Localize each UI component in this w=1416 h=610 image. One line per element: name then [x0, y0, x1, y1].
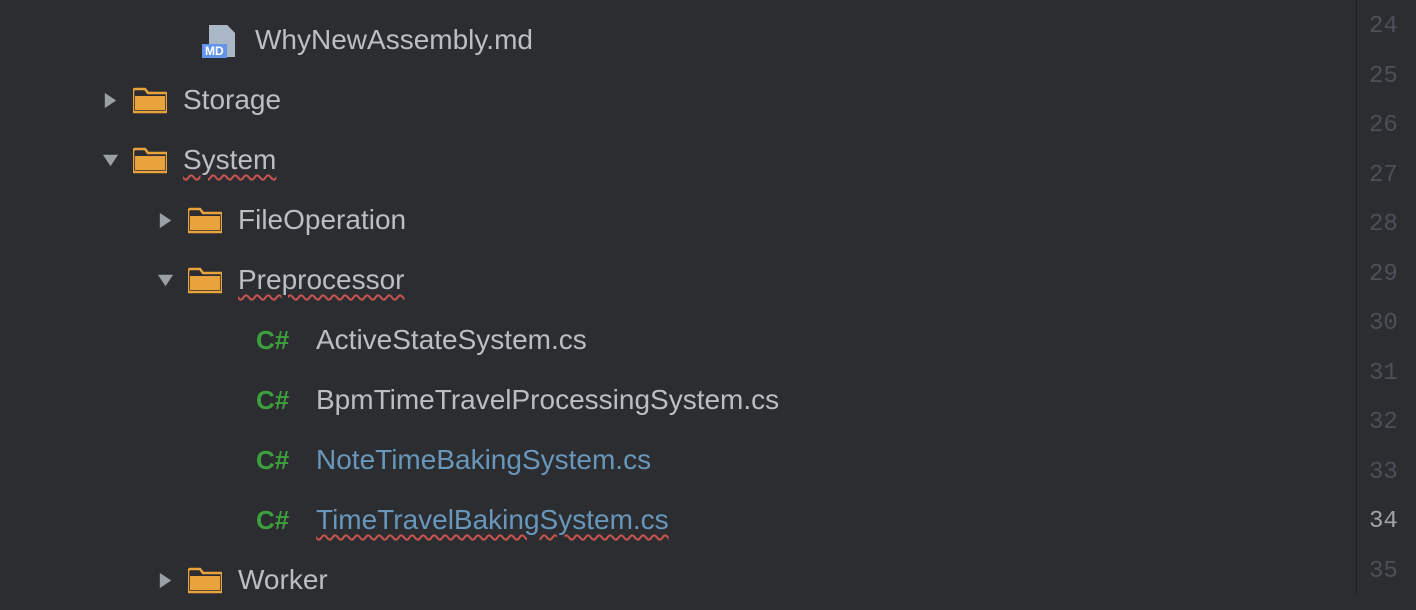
gutter-line-number[interactable]: 28 [1357, 200, 1416, 250]
folder-icon [188, 566, 222, 594]
expand-collapsed-icon[interactable] [95, 85, 125, 115]
folder-item-worker[interactable]: Worker [0, 550, 1356, 610]
expand-expanded-icon[interactable] [95, 145, 125, 175]
csharp-file-icon: C# [256, 445, 300, 476]
folder-label: Preprocessor [238, 264, 405, 296]
folder-item-fileoperation[interactable]: FileOperation [0, 190, 1356, 250]
file-item-whynewassembly[interactable]: MD WhyNewAssembly.md [0, 10, 1356, 70]
gutter-line-number[interactable]: 31 [1357, 349, 1416, 399]
csharp-file-icon: C# [256, 385, 300, 416]
csharp-file-icon: C# [256, 325, 300, 356]
gutter-line-number[interactable]: 26 [1357, 101, 1416, 151]
expand-collapsed-icon[interactable] [150, 565, 180, 595]
gutter-line-number[interactable]: 25 [1357, 52, 1416, 102]
folder-label: Worker [238, 564, 328, 596]
folder-label: System [183, 144, 276, 176]
gutter-line-number[interactable]: 24 [1357, 2, 1416, 52]
file-item-timetravelbaking[interactable]: C# TimeTravelBakingSystem.cs [0, 490, 1356, 550]
csharp-file-icon: C# [256, 505, 300, 536]
file-item-notetimebaking[interactable]: C# NoteTimeBakingSystem.cs [0, 430, 1356, 490]
folder-icon [133, 146, 167, 174]
file-label: ActiveStateSystem.cs [316, 324, 587, 356]
expand-expanded-icon[interactable] [150, 265, 180, 295]
gutter-line-number[interactable]: 30 [1357, 299, 1416, 349]
folder-item-preprocessor[interactable]: Preprocessor [0, 250, 1356, 310]
editor-line-gutter: 242526272829303132333435 [1356, 0, 1416, 594]
file-item-activestatesystem[interactable]: C# ActiveStateSystem.cs [0, 310, 1356, 370]
gutter-line-number[interactable]: 35 [1357, 547, 1416, 597]
folder-label: FileOperation [238, 204, 406, 236]
folder-item-system[interactable]: System [0, 130, 1356, 190]
folder-icon [133, 86, 167, 114]
gutter-line-number[interactable]: 32 [1357, 398, 1416, 448]
file-label: WhyNewAssembly.md [255, 24, 533, 56]
gutter-line-number[interactable]: 29 [1357, 250, 1416, 300]
file-label: NoteTimeBakingSystem.cs [316, 444, 651, 476]
folder-item-storage[interactable]: Storage [0, 70, 1356, 130]
folder-label: Storage [183, 84, 281, 116]
gutter-line-number[interactable]: 34 [1357, 497, 1416, 547]
markdown-file-icon: MD [205, 23, 239, 57]
gutter-line-number[interactable]: 33 [1357, 448, 1416, 498]
file-item-bpmtimetravel[interactable]: C# BpmTimeTravelProcessingSystem.cs [0, 370, 1356, 430]
file-label: TimeTravelBakingSystem.cs [316, 504, 669, 536]
folder-icon [188, 266, 222, 294]
expand-collapsed-icon[interactable] [150, 205, 180, 235]
folder-icon [188, 206, 222, 234]
file-tree-panel: MD WhyNewAssembly.md Storage System File… [0, 0, 1356, 594]
file-label: BpmTimeTravelProcessingSystem.cs [316, 384, 779, 416]
gutter-line-number[interactable]: 27 [1357, 151, 1416, 201]
